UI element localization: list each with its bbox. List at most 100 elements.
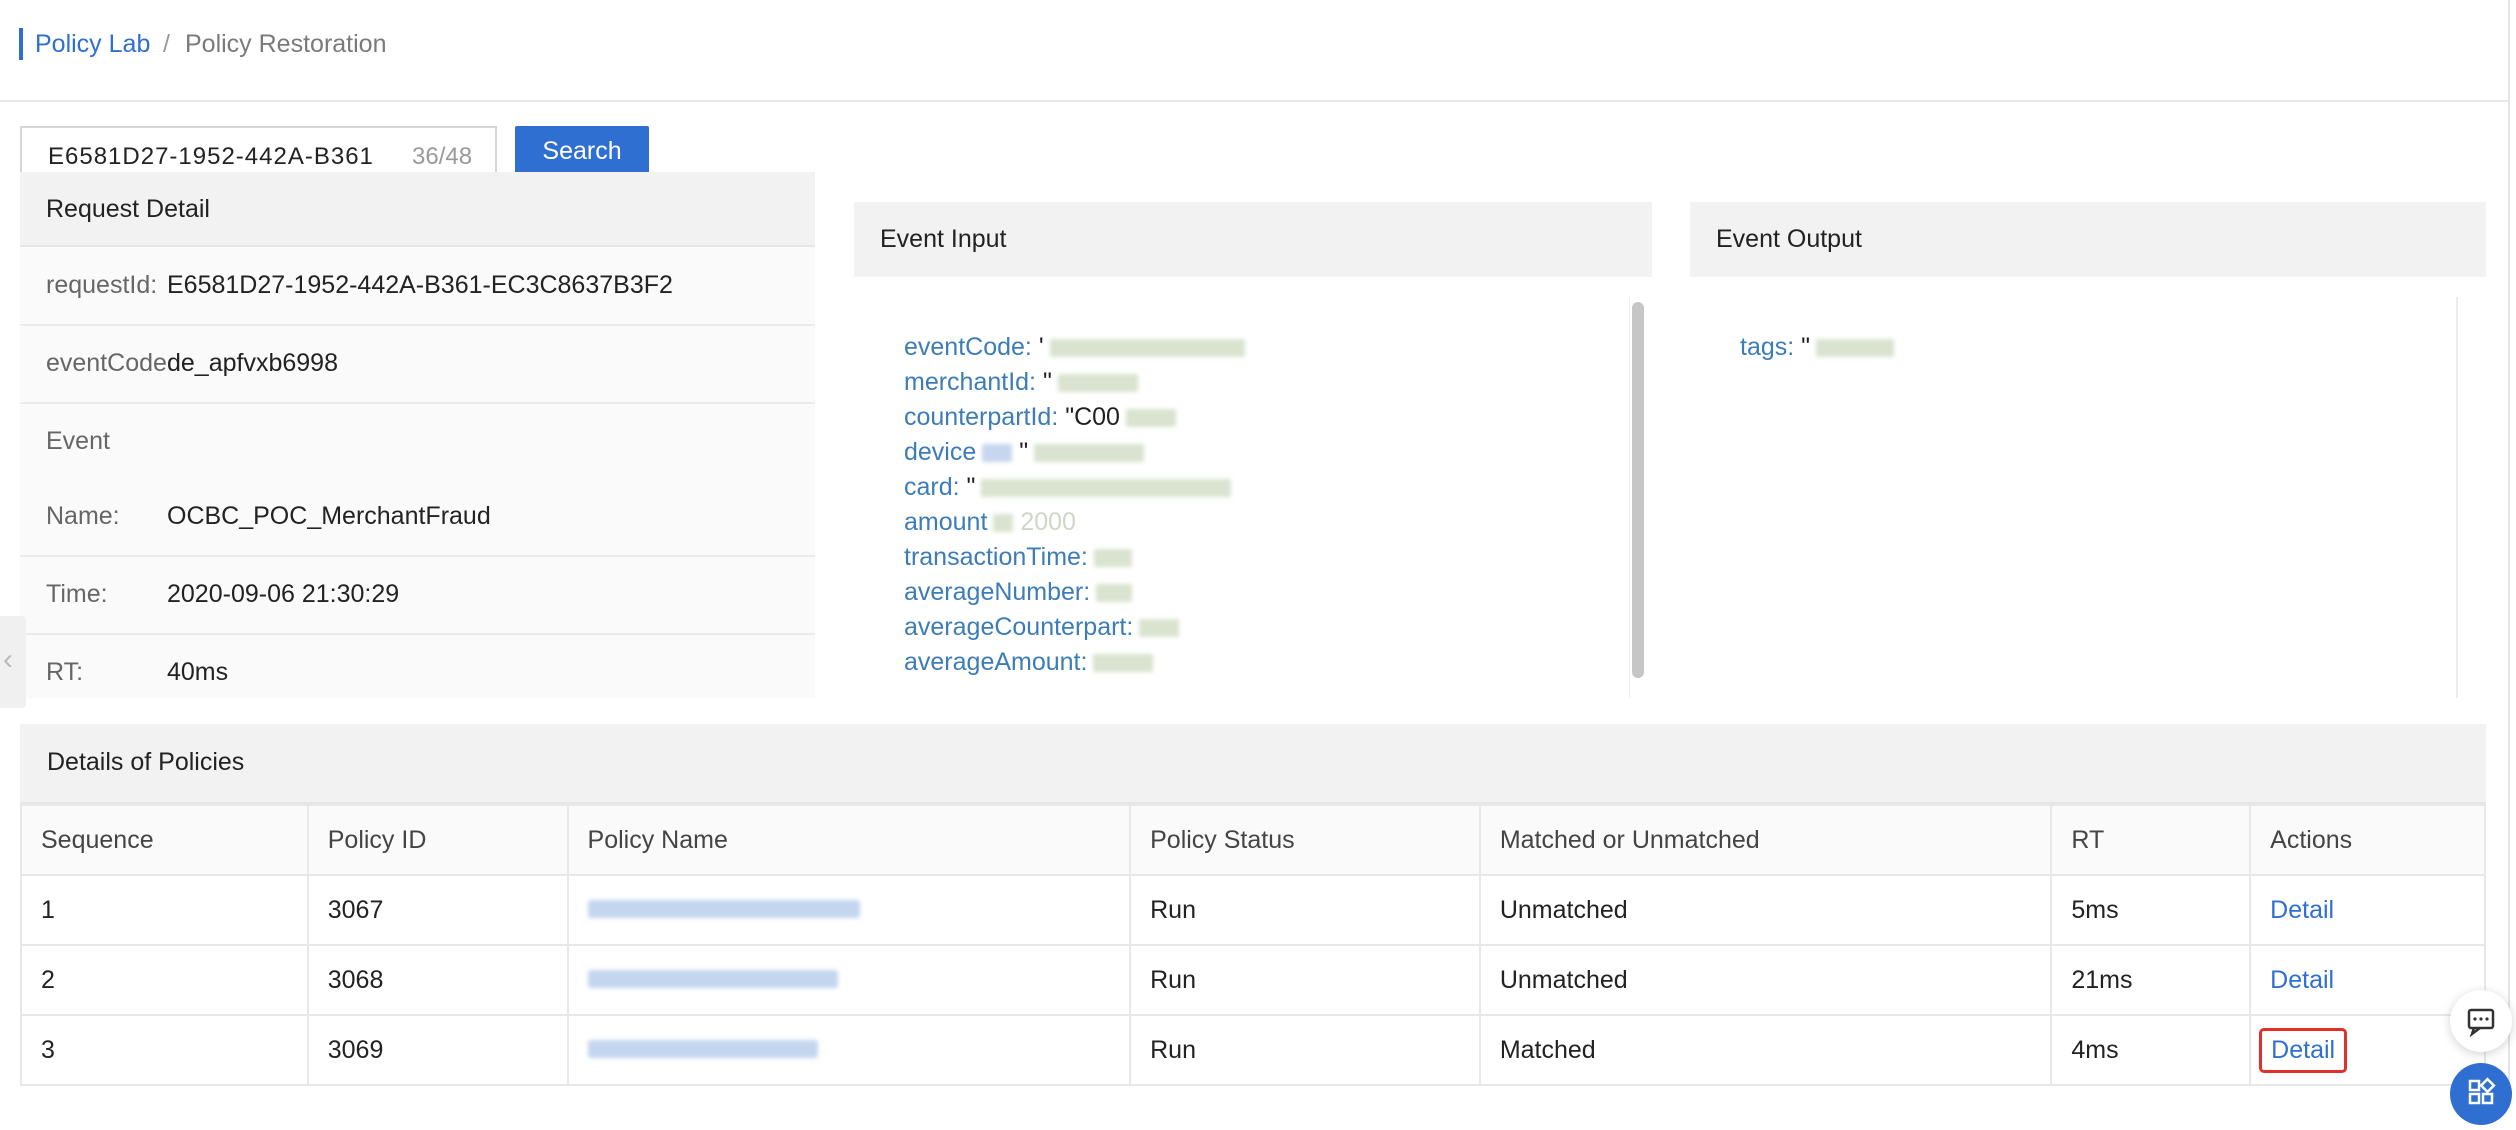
policies-table: Sequence Policy ID Policy Name Policy St…	[20, 804, 2486, 1086]
search-char-count: 36/48	[412, 143, 473, 170]
cell-policy-name	[566, 1014, 1132, 1086]
request-detail-panel: Request Detail requestId: E6581D27-1952-…	[20, 172, 815, 698]
breadcrumb-policy-lab[interactable]: Policy Lab	[35, 27, 150, 61]
request-id-row: requestId: E6581D27-1952-442A-B361-EC3C8…	[20, 247, 815, 326]
collapse-handle[interactable]: ‹	[0, 616, 26, 708]
event-output-scrollbar[interactable]	[2456, 297, 2458, 698]
cell-sequence: 3	[20, 1014, 309, 1086]
event-code-label: eventCode	[46, 349, 167, 377]
policies-header: Details of Policies	[20, 724, 2486, 804]
chat-button[interactable]	[2450, 990, 2512, 1052]
cell-match: Unmatched	[1478, 944, 2053, 1016]
chat-icon	[2467, 1008, 2495, 1038]
input-key-amount: amount	[904, 508, 988, 536]
input-key-device: device	[904, 438, 977, 466]
redacted-value	[1093, 654, 1154, 673]
event-time-label: Time:	[46, 580, 108, 608]
column-header-policy-status[interactable]: Policy Status	[1129, 804, 1481, 876]
input-key-averagecounterpart: averageCounterpart:	[904, 613, 1134, 641]
event-output-title: Event Output	[1716, 225, 1862, 253]
cell-status: Run	[1129, 944, 1481, 1016]
input-key-card: card:	[904, 473, 960, 501]
event-time-row: Time: 2020-09-06 21:30:29	[20, 556, 815, 635]
cell-policy-id: 3069	[306, 1014, 569, 1086]
event-section-row: Event	[20, 403, 815, 480]
input-field-eventcode: eventCode: '	[904, 330, 1245, 365]
cell-policy-id: 3067	[306, 874, 569, 946]
column-header-policy-name[interactable]: Policy Name	[566, 804, 1132, 876]
input-field-averageamount: averageAmount:	[904, 645, 1154, 680]
breadcrumb-separator: /	[163, 30, 170, 58]
input-key-merchantid: merchantId:	[904, 368, 1037, 396]
chevron-left-icon: ‹	[3, 643, 13, 676]
search-button[interactable]: Search	[515, 126, 649, 176]
input-field-device: device "	[904, 435, 1145, 470]
output-field-tags: tags: "	[1740, 330, 1895, 365]
breadcrumb-current: Policy Restoration	[185, 30, 387, 58]
event-input-scroll-thumb[interactable]	[1632, 302, 1644, 678]
table-header-row: Sequence Policy ID Policy Name Policy St…	[20, 804, 2486, 876]
column-header-policy-id[interactable]: Policy ID	[306, 804, 569, 876]
event-output-panel: Event Output tags: "	[1690, 202, 2486, 698]
event-code-row: eventCode de_apfvxb6998	[20, 325, 815, 404]
cell-rt: 5ms	[2050, 874, 2252, 946]
header: Policy Lab / Policy Restoration	[0, 0, 2508, 102]
cell-policy-name	[566, 874, 1132, 946]
column-header-sequence[interactable]: Sequence	[20, 804, 309, 876]
input-value-device: "	[1019, 438, 1029, 466]
input-value-counterpartid: "C00	[1065, 403, 1120, 431]
input-key-transactiontime: transactionTime:	[904, 543, 1088, 571]
detail-link[interactable]: Detail	[2270, 966, 2334, 994]
redacted-value	[1093, 549, 1132, 568]
input-field-amount: amount 2000	[904, 505, 1076, 540]
event-rt-label: RT:	[46, 658, 84, 686]
breadcrumb-accent-bar	[19, 28, 23, 60]
cell-match: Unmatched	[1478, 874, 2053, 946]
apps-button[interactable]	[2450, 1063, 2512, 1125]
column-header-match[interactable]: Matched or Unmatched	[1478, 804, 2053, 876]
policies-title: Details of Policies	[47, 748, 245, 776]
request-detail-title: Request Detail	[46, 195, 210, 223]
cell-status: Run	[1129, 1014, 1481, 1086]
input-key-averagenumber: averageNumber:	[904, 578, 1091, 606]
redacted-value	[1125, 409, 1176, 428]
redacted-value	[993, 514, 1014, 533]
table-row: 2 3068 Run Unmatched 21ms Detail	[20, 944, 2486, 1016]
table-row: 1 3067 Run Unmatched 5ms Detail	[20, 874, 2486, 946]
column-header-actions: Actions	[2249, 804, 2486, 876]
input-field-averagecounterpart: averageCounterpart:	[904, 610, 1180, 645]
cell-rt: 4ms	[2050, 1014, 2252, 1086]
page-edge	[2508, 0, 2510, 1108]
redacted-value	[1049, 339, 1245, 358]
event-name-value: OCBC_POC_MerchantFraud	[167, 502, 491, 530]
cell-rt: 21ms	[2050, 944, 2252, 1016]
cell-match: Matched	[1478, 1014, 2053, 1086]
input-key-averageamount: averageAmount:	[904, 648, 1088, 676]
cell-policy-name	[566, 944, 1132, 1016]
input-key-counterpartid: counterpartId:	[904, 403, 1059, 431]
event-output-header: Event Output	[1690, 202, 2486, 277]
redacted-value	[1816, 339, 1895, 358]
apps-icon	[2468, 1077, 2496, 1105]
policies-panel: Details of Policies Sequence Policy ID P…	[20, 724, 2486, 1108]
event-rt-value: 40ms	[167, 658, 229, 686]
redacted-value	[1057, 374, 1138, 393]
detail-link-highlighted[interactable]: Detail	[2259, 1027, 2348, 1073]
input-value-merchantid: "	[1042, 368, 1052, 396]
cell-status: Run	[1129, 874, 1481, 946]
input-field-counterpartid: counterpartId: "C00	[904, 400, 1176, 435]
redacted-policy-name	[587, 899, 860, 918]
search-input-value: E6581D27-1952-442A-B361	[48, 143, 374, 170]
cell-sequence: 2	[20, 944, 309, 1016]
redacted-policy-name	[587, 969, 838, 988]
output-key-tags: tags:	[1740, 333, 1795, 361]
redacted-value	[982, 444, 1013, 463]
cell-policy-id: 3068	[306, 944, 569, 1016]
input-value-amount: 2000	[1020, 508, 1076, 536]
cell-sequence: 1	[20, 874, 309, 946]
column-header-rt[interactable]: RT	[2050, 804, 2252, 876]
request-detail-header: Request Detail	[20, 172, 815, 247]
redacted-value	[1096, 584, 1133, 603]
detail-link[interactable]: Detail	[2270, 896, 2334, 924]
event-section-label: Event	[46, 427, 110, 455]
